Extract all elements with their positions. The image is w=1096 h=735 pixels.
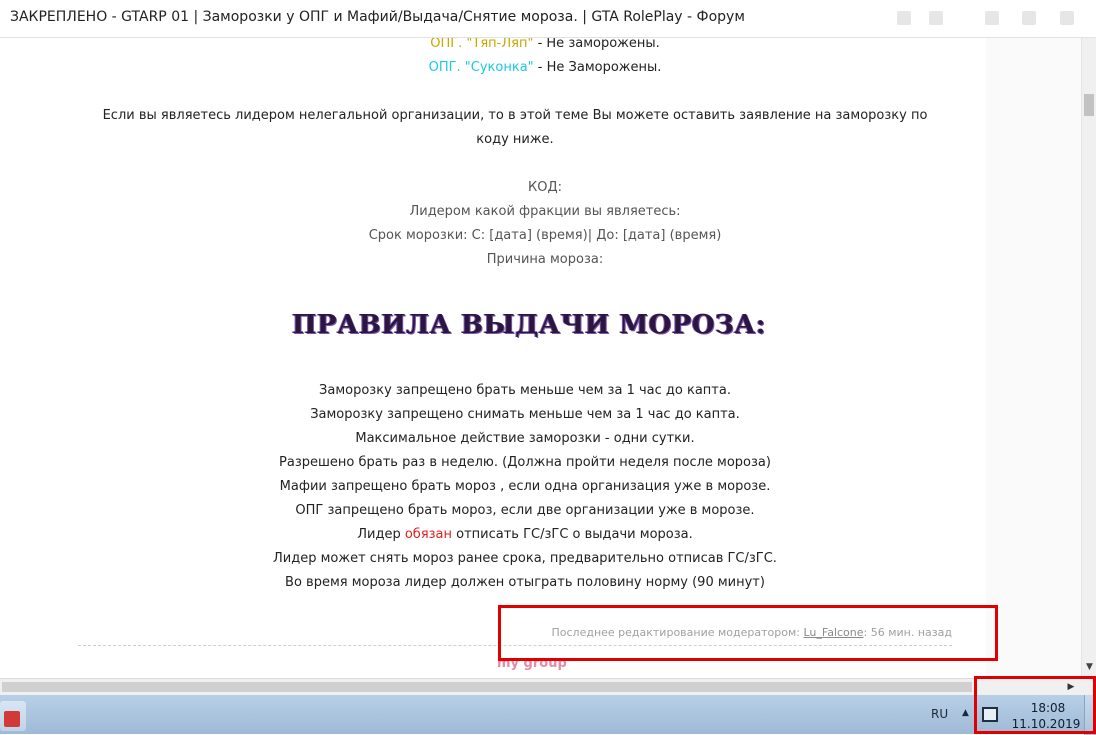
org-name: ОПГ. "Тяп-Ляп" — [430, 38, 534, 51]
start-button-icon[interactable] — [0, 701, 26, 731]
code-field: Лидером какой фракции вы являетесь: — [409, 204, 681, 219]
org-status: - Не заморожены. — [533, 38, 660, 51]
titlebar-icon[interactable] — [929, 11, 943, 25]
scroll-down-arrow-icon[interactable]: ▼ — [1083, 660, 1096, 674]
horizontal-scrollbar-thumb[interactable] — [2, 682, 972, 692]
rule-item: Мафии запрещено брать мороз , если одна … — [279, 479, 771, 494]
rule-item: Заморозку запрещено брать меньше чем за … — [319, 383, 731, 398]
titlebar-icon[interactable] — [1060, 11, 1074, 25]
taskbar: RU ▲ 18:08 11.10.2019 — [0, 694, 1096, 735]
code-field: Срок морозки: С: [дата] (время)| До: [да… — [368, 228, 722, 243]
org-status-line: ОПГ. "Тяп-Ляп" - Не заморожены. — [0, 38, 986, 51]
org-status-line: ОПГ. "Суконка" - Не Заморожены. — [0, 60, 986, 75]
titlebar-icon[interactable] — [1022, 11, 1036, 25]
rule-item: Максимальное действие заморозки - одни с… — [355, 431, 695, 446]
rule-highlight: обязан — [404, 527, 453, 542]
vertical-scroll-area: ▼ — [986, 38, 1096, 678]
annotation-highlight-box — [974, 676, 1096, 734]
horizontal-scrollbar[interactable]: ▶ — [0, 678, 1096, 694]
rule-item: Заморозку запрещено снимать меньше чем з… — [310, 407, 740, 422]
vertical-scrollbar-thumb[interactable] — [1084, 94, 1094, 116]
window-title: ЗАКРЕПЛЕНО - GTARP 01 | Заморозки у ОПГ … — [10, 9, 745, 25]
org-name: ОПГ. "Суконка" — [428, 60, 534, 75]
window-titlebar: ЗАКРЕПЛЕНО - GTARP 01 | Заморозки у ОПГ … — [0, 0, 1096, 38]
rule-item: Во время мороза лидер должен отыграть по… — [285, 575, 765, 590]
annotation-highlight-box — [498, 605, 998, 661]
rules-heading: ПРАВИЛА ВЫДАЧИ МОРОЗА: — [291, 310, 767, 340]
forum-post-content: ОПГ. "Тяп-Ляп" - Не заморожены. ОПГ. "Су… — [0, 38, 986, 678]
rule-item: Лидер может снять мороз ранее срока, пре… — [273, 551, 777, 566]
tray-expand-icon[interactable]: ▲ — [962, 708, 969, 718]
rule-item: Лидер обязан отписать ГС/зГС о выдачи мо… — [0, 527, 986, 542]
vertical-scrollbar[interactable] — [1081, 38, 1096, 678]
rule-text: Лидер — [357, 527, 405, 542]
rule-item: ОПГ запрещено брать мороз, если две орга… — [295, 503, 755, 518]
intro-text: Если вы являетесь лидером нелегальной ор… — [102, 108, 928, 123]
org-status: - Не Заморожены. — [533, 60, 662, 75]
code-header: КОД: — [528, 180, 562, 195]
rule-item: Разрешено брать раз в неделю. (Должна пр… — [279, 455, 771, 470]
intro-text: коду ниже. — [476, 132, 554, 147]
titlebar-icon[interactable] — [985, 11, 999, 25]
titlebar-icon[interactable] — [897, 11, 911, 25]
code-field: Причина мороза: — [486, 252, 604, 267]
rule-text: отписать ГС/зГС о выдачи мороза. — [452, 527, 693, 542]
language-indicator[interactable]: RU — [931, 707, 948, 721]
